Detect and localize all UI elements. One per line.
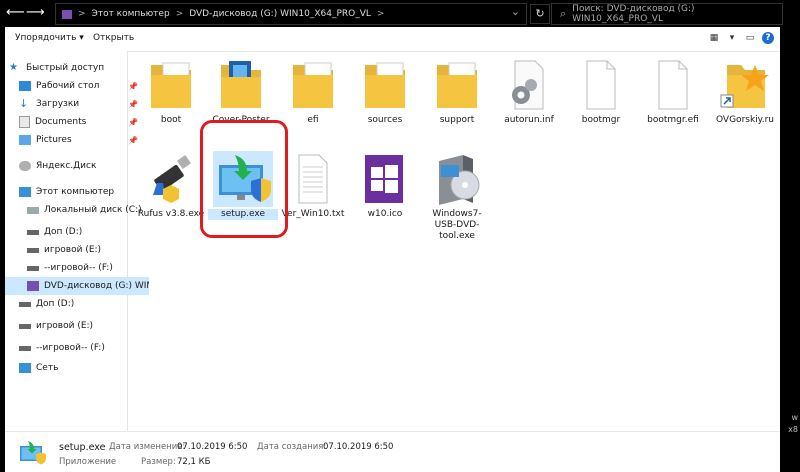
address-field[interactable]: > Этот компьютер > DVD-дисковод (G:) WIN…	[55, 3, 527, 25]
drive-icon	[27, 206, 39, 214]
nav-item-this-pc[interactable]: Этот компьютер	[5, 183, 141, 201]
file-item[interactable]: OVGorskiy.ru	[710, 57, 780, 126]
usb-drive-icon	[153, 155, 191, 203]
nav-item-quick-access[interactable]: ★ Быстрый доступ	[5, 59, 131, 77]
nav-item-yandex-disk[interactable]: Яндекс.Диск	[5, 157, 141, 175]
open-button[interactable]: Открыть	[93, 33, 134, 43]
folder-icon	[365, 62, 405, 108]
breadcrumb-this-pc[interactable]: Этот компьютер	[92, 9, 170, 19]
file-item[interactable]: bootmgr	[566, 57, 636, 126]
nav-item-igrovoy-e-network[interactable]: игровой (E:)	[5, 317, 141, 335]
desktop-icon	[19, 81, 31, 91]
drive-icon	[19, 345, 31, 351]
network-icon	[19, 363, 31, 373]
file-item[interactable]: autorun.inf	[494, 57, 564, 126]
pictures-icon	[19, 135, 31, 145]
explorer-window: Упорядочить ▾ Открыть ▦ ▾ ▭ ? ★ Быстрый …	[5, 27, 780, 472]
details-created-value: 07.10.2019 6:50	[323, 442, 394, 452]
details-created-label: Дата создания:	[257, 442, 327, 452]
folder-icon	[151, 62, 191, 108]
side-text-w: w	[791, 413, 798, 422]
forward-button[interactable]: ⟶	[26, 4, 45, 22]
blank-file-icon	[658, 60, 688, 110]
file-item[interactable]: Windows7-USB-DVD-tool.exe	[422, 151, 492, 242]
computer-icon	[19, 187, 31, 197]
documents-icon	[19, 116, 30, 128]
blank-file-icon	[586, 60, 616, 110]
file-item[interactable]: sources	[350, 57, 420, 126]
search-input[interactable]: ⌕ Поиск: DVD-дисковод (G:) WIN10_X64_PRO…	[551, 3, 783, 25]
search-icon: ⌕	[560, 7, 567, 20]
breadcrumb-separator: >	[78, 9, 86, 19]
chevron-down-icon[interactable]: ⌄	[511, 5, 520, 18]
yandex-disk-icon	[19, 161, 31, 171]
dvd-drive-icon	[27, 281, 39, 291]
file-item[interactable]: bootmgr.efi	[638, 57, 708, 126]
breadcrumb-dvd-drive[interactable]: DVD-дисковод (G:) WIN10_X64_PRO_VL	[189, 9, 371, 19]
details-pane: setup.exe Приложение Дата изменения: 07.…	[5, 431, 780, 472]
chevron-down-icon[interactable]: ▾	[726, 32, 738, 44]
nav-item-dop-d-network[interactable]: Доп (D:)	[5, 295, 141, 313]
details-size-value: 72,1 КБ	[177, 457, 211, 467]
windows-logo-icon	[365, 155, 403, 203]
nav-item-downloads[interactable]: ↓ Загрузки 📌	[5, 95, 141, 113]
nav-item-documents[interactable]: Documents 📌	[5, 113, 141, 131]
details-file-type: Приложение	[59, 457, 117, 467]
breadcrumb-separator: >	[175, 9, 184, 19]
file-item[interactable]: support	[422, 57, 492, 126]
help-icon[interactable]: ?	[762, 32, 774, 44]
folder-icon	[293, 62, 333, 108]
details-modified-label: Дата изменения:	[109, 442, 186, 452]
details-size-label: Размер:	[141, 457, 176, 467]
file-list: boot Cover-Poster efi sources support au…	[128, 51, 780, 431]
shortcut-icon	[720, 65, 769, 108]
details-modified-value: 07.10.2019 6:50	[177, 442, 248, 452]
nav-item-network[interactable]: Сеть	[5, 359, 141, 377]
annotation-highlight-ring	[200, 120, 288, 238]
side-text-x8: x8	[788, 425, 798, 434]
text-file-icon	[298, 154, 328, 204]
settings-file-icon	[512, 60, 544, 110]
drive-icon	[19, 301, 31, 307]
search-placeholder: Поиск: DVD-дисковод (G:) WIN10_X64_PRO_V…	[572, 4, 695, 24]
folder-icon	[437, 62, 477, 108]
drive-icon	[62, 9, 72, 19]
preview-pane-icon[interactable]: ▭	[744, 32, 756, 44]
details-file-name: setup.exe	[59, 442, 106, 453]
file-item[interactable]: Ver_Win10.txt	[278, 151, 348, 220]
back-button[interactable]: ⟵	[6, 4, 25, 22]
organize-button[interactable]: Упорядочить ▾	[15, 33, 84, 43]
file-item[interactable]: Cover-Poster	[206, 57, 276, 126]
address-bar-area: ⟵ ⟶ > Этот компьютер > DVD-дисковод (G:)…	[0, 0, 800, 27]
file-item[interactable]: Rufus v3.8.exe	[136, 151, 206, 220]
drive-icon	[19, 323, 31, 329]
disc-box-icon	[439, 155, 480, 205]
nav-item-pictures[interactable]: Pictures 📌	[5, 131, 141, 149]
setup-icon	[20, 441, 46, 465]
view-options-icon[interactable]: ▦	[708, 32, 720, 44]
navigation-pane: ★ Быстрый доступ Рабочий стол 📌 ↓ Загруз…	[5, 51, 149, 431]
drive-icon	[27, 229, 39, 235]
refresh-button[interactable]: ↻	[530, 4, 550, 24]
file-item[interactable]: boot	[136, 57, 206, 126]
nav-item-desktop[interactable]: Рабочий стол 📌	[5, 77, 141, 95]
right-background: w x8	[780, 27, 800, 471]
folder-icon	[221, 61, 261, 108]
breadcrumb-separator: >	[376, 9, 385, 19]
drive-icon	[27, 247, 39, 253]
file-item[interactable]: w10.ico	[350, 151, 420, 220]
command-bar: Упорядочить ▾ Открыть ▦ ▾ ▭ ?	[5, 27, 780, 52]
nav-item-igrovoy-f-network[interactable]: --игровой-- (F:)	[5, 339, 141, 357]
file-item[interactable]: efi	[278, 57, 348, 126]
star-icon: ★	[9, 62, 18, 73]
download-icon: ↓	[19, 97, 29, 110]
drive-icon	[27, 265, 39, 271]
